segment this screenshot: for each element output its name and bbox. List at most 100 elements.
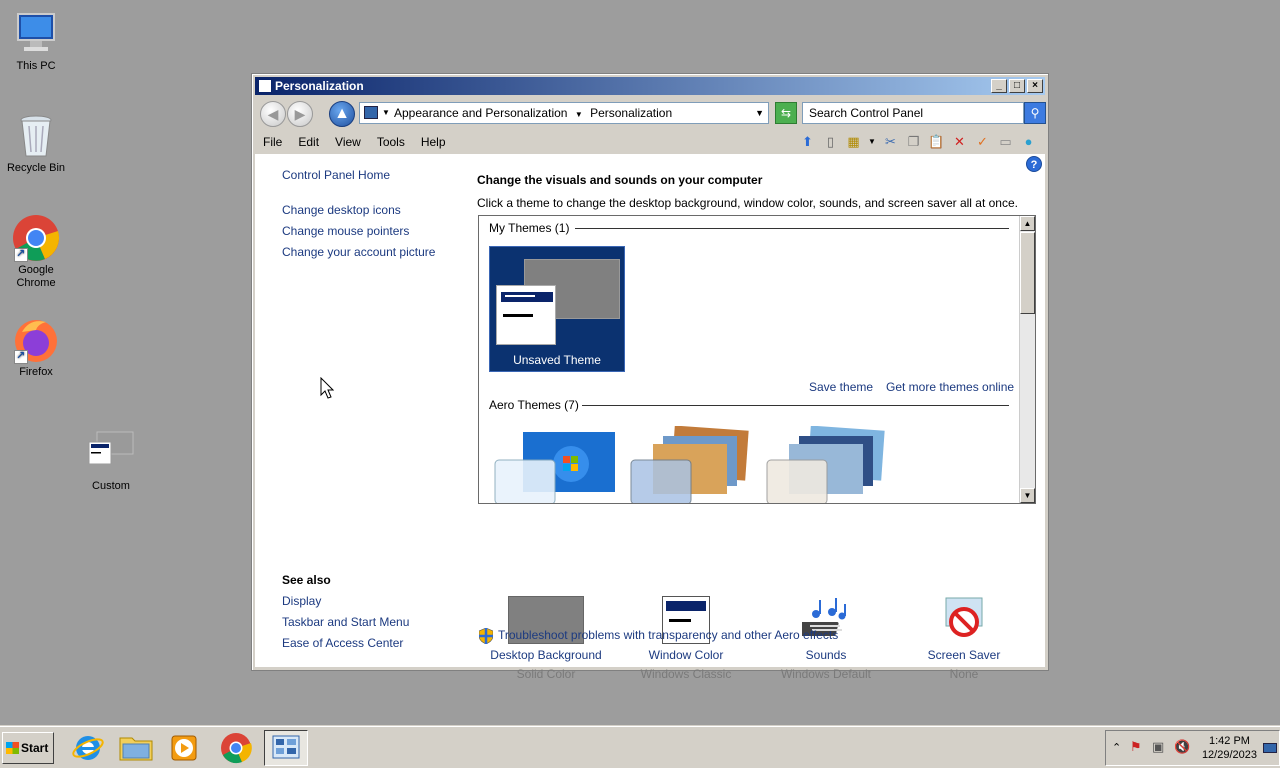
desktop-icon-firefox[interactable]: Firefox [0,316,72,379]
up-button[interactable]: ▲ [329,101,355,127]
forward-arrow-icon: ▶ [294,106,306,122]
divider [575,228,1009,229]
chevron-down-icon[interactable]: ▼ [575,110,583,119]
help-icon[interactable]: ? [1026,156,1042,172]
start-button[interactable]: Start [2,732,54,764]
shield-icon [478,627,494,645]
panes-icon[interactable]: ▯ [822,133,839,150]
forward-button[interactable]: ▶ [287,101,313,127]
clock[interactable]: 1:42 PM 12/29/2023 [1202,734,1257,762]
maximize-button[interactable]: □ [1009,79,1025,93]
menu-edit[interactable]: Edit [298,135,319,149]
page-subtitle: Click a theme to change the desktop back… [477,196,1018,210]
copy-icon[interactable]: ❐ [905,133,922,150]
refresh-icon: ⇆ [780,106,792,120]
menu-tools[interactable]: Tools [377,135,405,149]
search-input[interactable]: Search Control Panel [802,102,1024,124]
properties-icon[interactable]: ▭ [997,133,1014,150]
checkmark-icon[interactable]: ✓ [974,133,991,150]
content-area: ? Control Panel Home Change desktop icon… [255,154,1045,681]
search-button[interactable]: ⚲ [1024,102,1046,124]
shortcut-arrow-icon [14,349,28,364]
setting-title: Desktop Background [490,648,602,662]
window-titlebar[interactable]: Personalization _ □ × [255,77,1045,95]
chevron-down-icon[interactable]: ▼ [868,133,876,150]
theme-preview-titlebar [501,292,553,302]
breadcrumb-personalization[interactable]: Personalization [590,106,672,120]
desktop-icon-custom[interactable]: Custom [75,430,147,493]
close-button[interactable]: × [1027,79,1043,93]
back-arrow-icon: ◀ [267,106,279,122]
search-icon: ⚲ [1030,106,1040,120]
sidebar-link-change-mouse-pointers[interactable]: Change mouse pointers [282,224,409,238]
see-also-link-taskbar[interactable]: Taskbar and Start Menu [282,615,409,629]
globe-icon[interactable]: ● [1020,133,1037,150]
menu-file[interactable]: File [263,135,282,149]
network-icon[interactable]: ▣ [1152,739,1164,755]
scroll-thumb[interactable] [1020,232,1035,314]
up-folder-icon[interactable]: ⬆ [799,133,816,150]
minimize-button[interactable]: _ [991,79,1007,93]
start-label: Start [21,741,49,755]
desktop-icon-label: Google Chrome [16,264,56,289]
action-center-icon[interactable]: ⚑ [1130,739,1142,755]
troubleshoot-link[interactable]: Troubleshoot problems with transparency … [498,628,838,642]
theme-unsaved[interactable]: Unsaved Theme [489,246,625,372]
taskbar-chrome[interactable] [214,730,258,766]
refresh-button[interactable]: ⇆ [775,102,797,124]
personalization-window: Personalization _ □ × ◀ ▶ ▲ ▼ Appearance… [251,73,1049,681]
setting-value: Windows Classic [640,667,732,681]
system-tray: ⌃ ⚑ ▣ 🔇 1:42 PM 12/29/2023 [1105,730,1280,766]
back-button[interactable]: ◀ [260,101,286,127]
show-desktop-icon[interactable] [1263,743,1277,753]
taskbar-media-player[interactable] [162,730,206,766]
see-also-link-ease-of-access[interactable]: Ease of Access Center [282,636,403,650]
sidebar-link-change-account-picture[interactable]: Change your account picture [282,245,435,259]
save-theme-link[interactable]: Save theme [809,380,873,394]
setting-screen-saver[interactable]: Screen Saver None [899,596,1029,681]
window-title: Personalization [275,79,364,93]
menu-help[interactable]: Help [421,135,446,149]
address-bar[interactable]: ▼ Appearance and Personalization ▼ Perso… [359,102,769,124]
theme-aero-characters[interactable] [765,425,889,503]
see-also-link-display[interactable]: Display [282,594,321,608]
chevron-down-icon[interactable]: ▼ [382,103,390,123]
theme-aero-architecture[interactable] [629,425,753,503]
address-dropdown-icon[interactable]: ▼ [755,103,764,123]
taskbar-internet-explorer[interactable] [66,730,110,766]
taskbar-file-explorer[interactable] [114,730,158,766]
clock-time: 1:42 PM [1208,735,1250,747]
setting-title: Window Color [648,648,724,662]
setting-value: Windows Default [780,667,872,681]
sidebar-link-control-panel-home[interactable]: Control Panel Home [282,168,390,182]
setting-title: Screen Saver [927,648,1001,662]
sidebar-link-change-desktop-icons[interactable]: Change desktop icons [282,203,401,217]
taskbar: Start ⌃ ⚑ ▣ 🔇 1:42 PM 12/29/2023 [0,726,1280,768]
volume-muted-icon[interactable]: 🔇 [1174,739,1190,755]
taskbar-control-panel[interactable] [264,730,308,766]
aero-themes-heading: Aero Themes (7) [489,398,579,412]
desktop-icon-recycle-bin[interactable]: Recycle Bin [0,112,72,175]
internet-explorer-icon [72,736,104,760]
delete-icon[interactable]: ✕ [951,133,968,150]
setting-value: None [949,667,979,681]
control-panel-icon [272,735,300,759]
themes-scrollbar[interactable]: ▲ ▼ [1019,216,1035,503]
navigation-bar: ◀ ▶ ▲ ▼ Appearance and Personalization ▼… [255,98,1046,128]
see-also-heading: See also [282,573,331,587]
cut-icon[interactable]: ✂ [882,133,899,150]
paste-icon[interactable]: 📋 [928,133,945,150]
clock-date: 12/29/2023 [1201,749,1257,761]
setting-title: Sounds [805,648,847,662]
show-hidden-icons-icon[interactable]: ⌃ [1112,741,1121,754]
desktop-icon-this-pc[interactable]: This PC [0,10,72,73]
breadcrumb-appearance[interactable]: Appearance and Personalization [394,106,567,120]
get-more-themes-link[interactable]: Get more themes online [886,380,1014,394]
scroll-down-button[interactable]: ▼ [1020,488,1035,503]
menu-view[interactable]: View [335,135,361,149]
views-icon[interactable]: ▦ [845,133,862,150]
desktop-icon-chrome[interactable]: Google Chrome [0,214,72,290]
scroll-up-button[interactable]: ▲ [1020,216,1035,231]
theme-aero-windows[interactable] [493,432,617,503]
page-title: Change the visuals and sounds on your co… [477,173,763,187]
